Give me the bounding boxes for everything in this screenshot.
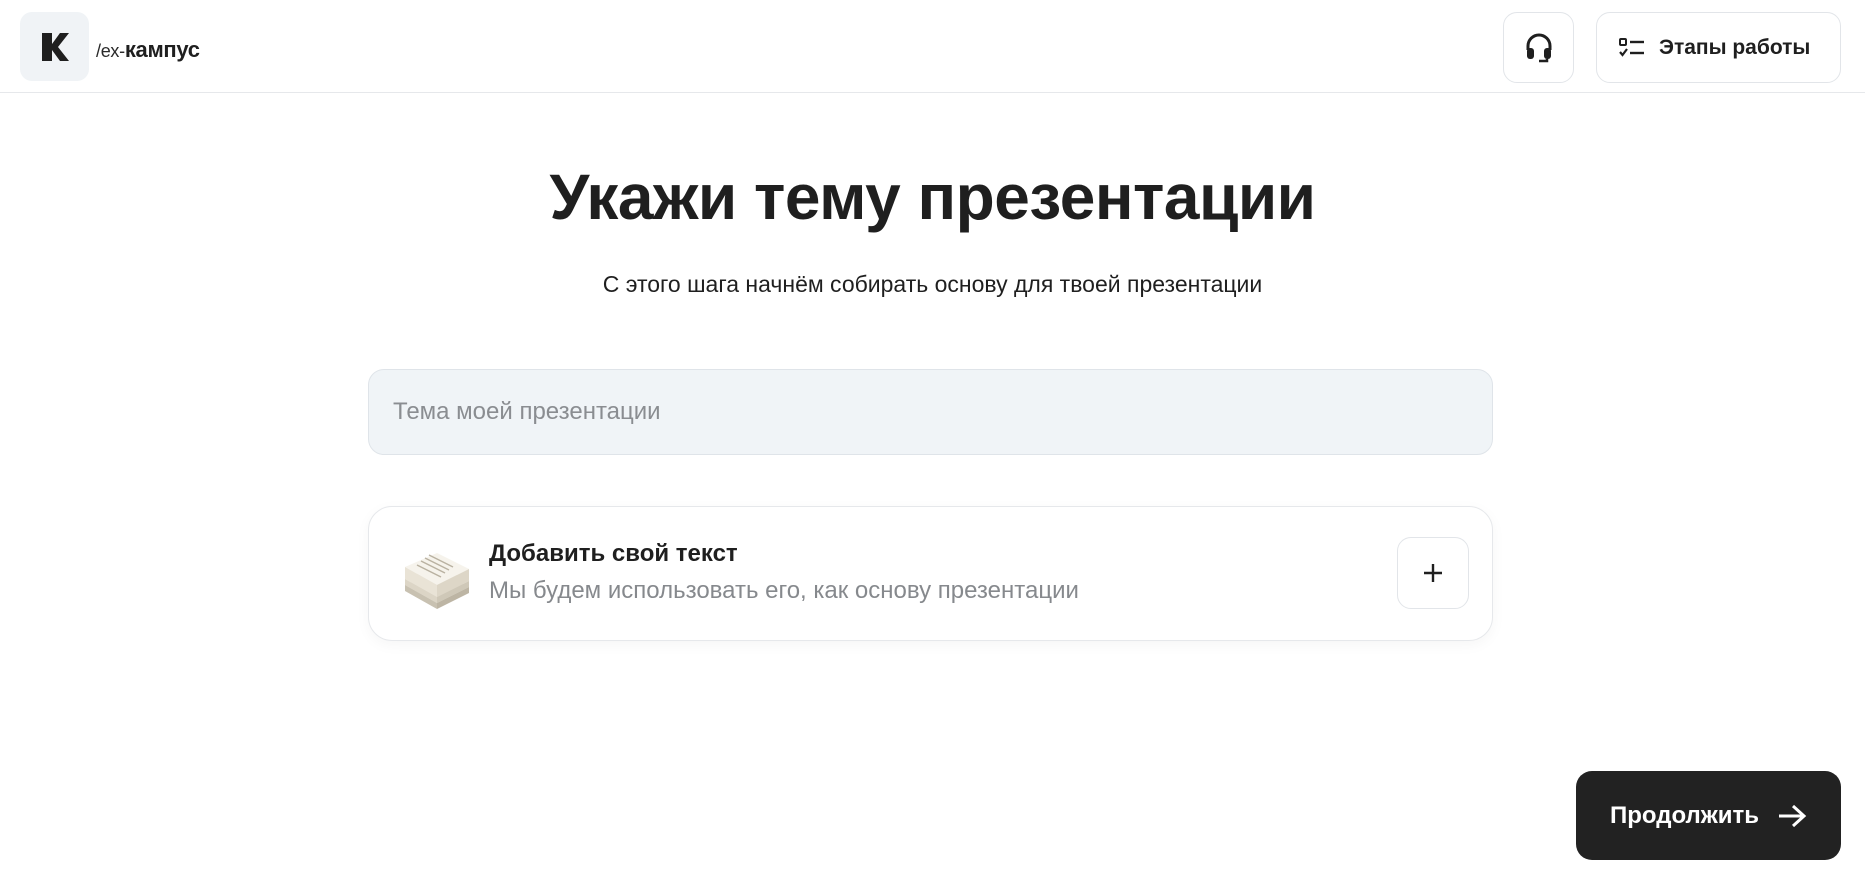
stages-button-label: Этапы работы — [1659, 35, 1811, 59]
add-text-title: Добавить свой текст — [489, 540, 738, 567]
paper-stack-icon — [405, 553, 469, 609]
checklist-icon — [1619, 37, 1644, 57]
continue-button-label: Продолжить — [1609, 801, 1760, 829]
logo-wordmark: /ex- кампус — [96, 37, 200, 63]
logo[interactable]: /ex- кампус — [20, 12, 200, 81]
logo-mark-icon — [20, 12, 89, 81]
top-header: /ex- кампус Этапы работы — [0, 0, 1865, 93]
logo-prefix: /ex- — [96, 40, 125, 61]
continue-button[interactable]: Продолжить — [1576, 771, 1841, 860]
add-text-card[interactable]: Добавить свой текст Мы будем использоват… — [368, 506, 1493, 641]
support-button[interactable] — [1503, 12, 1574, 83]
headset-icon — [1526, 33, 1551, 62]
arrow-right-icon — [1779, 804, 1807, 827]
stages-button[interactable]: Этапы работы — [1596, 12, 1841, 83]
logo-name: кампус — [124, 36, 200, 62]
plus-icon — [1424, 564, 1442, 582]
topic-input[interactable] — [368, 369, 1493, 455]
page-subtitle: С этого шага начнём собирать основу для … — [602, 271, 1263, 297]
add-text-subtitle: Мы будем использовать его, как основу пр… — [489, 577, 1079, 604]
page-title: Укажи тему презентации — [549, 161, 1317, 233]
add-text-button[interactable] — [1397, 537, 1469, 609]
